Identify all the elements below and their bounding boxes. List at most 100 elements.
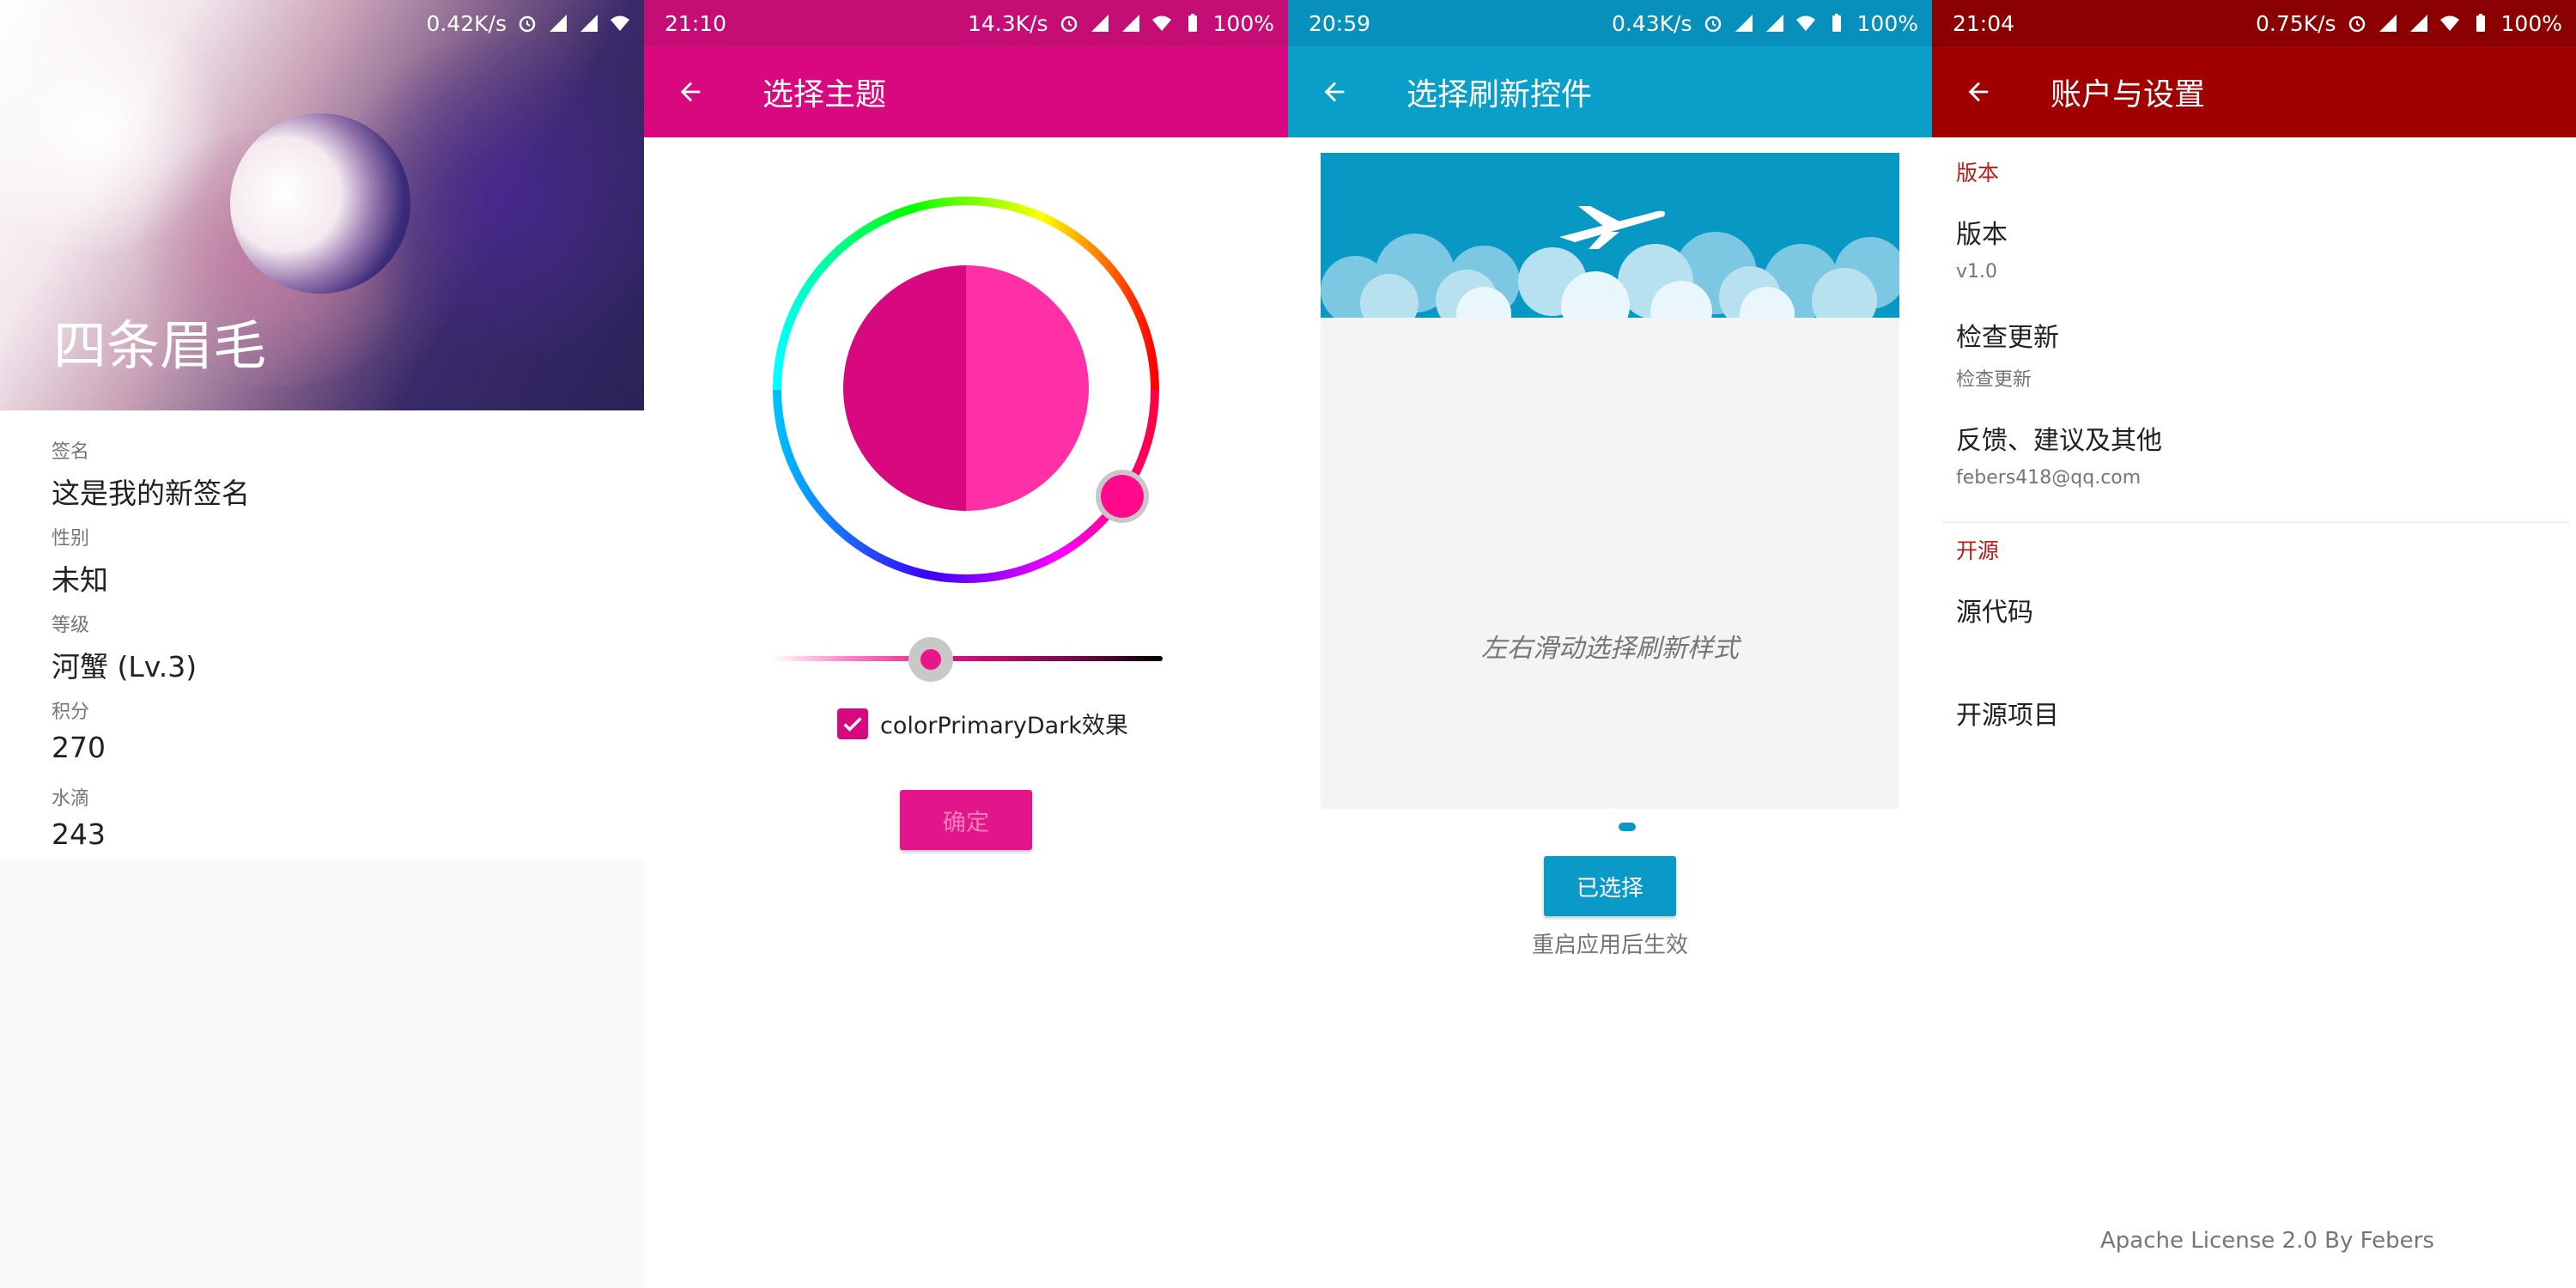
pref-open-source-projects[interactable]: 开源项目 — [1956, 694, 2059, 732]
sky-illustration — [1321, 153, 1899, 318]
signal-icon — [1735, 15, 1753, 32]
page-title: 选择刷新控件 — [1406, 77, 1593, 112]
pref-summary: febers418@qq.com — [1956, 467, 2142, 489]
profile-info-card: 签名 这是我的新签名 性别 未知 等级 河蟹 (Lv.3) 积分 270 水滴 … — [0, 410, 644, 859]
info-drops[interactable]: 水滴 243 — [52, 783, 106, 851]
pref-title: 开源项目 — [1956, 701, 2059, 731]
battery-icon — [1832, 14, 1841, 32]
info-value: 未知 — [52, 563, 108, 597]
status-battery: 100% — [2500, 10, 2562, 36]
info-value: 243 — [52, 817, 106, 851]
status-battery: 100% — [1856, 10, 1918, 36]
battery-icon — [1188, 14, 1197, 32]
primary-preview — [966, 265, 1089, 511]
app-bar: 账户与设置 — [1932, 46, 2576, 137]
status-bar: 0.42K/s — [0, 0, 644, 46]
status-bar: 21:10 14.3K/s 100% — [644, 0, 1288, 46]
restart-note: 重启应用后生效 — [1531, 933, 1688, 958]
back-button[interactable] — [1310, 68, 1358, 116]
signal-icon — [580, 15, 598, 32]
refresh-screen: 20:59 0.43K/s 100% 选择刷新控件 左右滑动选择刷新样式 已选择… — [1288, 0, 1932, 1288]
color-wheel[interactable] — [767, 191, 1165, 589]
battery-icon — [2476, 14, 2485, 32]
info-points[interactable]: 积分 270 — [52, 696, 106, 764]
confirm-button[interactable]: 确定 — [900, 790, 1032, 850]
status-time: 21:04 — [1953, 10, 2015, 36]
info-label: 水滴 — [52, 788, 90, 810]
alarm-icon — [1704, 15, 1721, 33]
signal-icon — [2379, 15, 2397, 32]
app-bar: 选择刷新控件 — [1288, 46, 1932, 137]
check-icon — [843, 716, 862, 732]
pref-summary: 检查更新 — [1956, 369, 2032, 391]
pref-title: 反馈、建议及其他 — [1956, 426, 2162, 456]
status-net-speed: 0.75K/s — [2256, 10, 2336, 36]
status-time: 20:59 — [1309, 10, 1371, 36]
primary-dark-label: colorPrimaryDark效果 — [880, 713, 1128, 739]
info-level[interactable]: 等级 河蟹 (Lv.3) — [52, 610, 197, 685]
status-bar: 21:04 0.75K/s 100% — [1932, 0, 2576, 46]
page-indicator — [1619, 823, 1636, 831]
info-label: 等级 — [52, 615, 90, 636]
info-label: 签名 — [52, 441, 90, 463]
primary-dark-preview — [843, 265, 966, 511]
pref-feedback[interactable]: 反馈、建议及其他 febers418@qq.com — [1956, 419, 2162, 489]
alarm-icon — [2348, 15, 2365, 33]
status-bar: 20:59 0.43K/s 100% — [1288, 0, 1932, 46]
selected-button[interactable]: 已选择 — [1544, 856, 1676, 916]
info-value: 270 — [52, 731, 106, 764]
settings-screen: 21:04 0.75K/s 100% 账户与设置 版本 版本 v1.0 检查更新 — [1932, 0, 2576, 1288]
status-net-speed: 0.43K/s — [1612, 10, 1692, 36]
alarm-icon — [519, 15, 536, 33]
wifi-icon — [2439, 15, 2459, 31]
info-value: 河蟹 (Lv.3) — [52, 650, 197, 683]
app-bar: 选择主题 — [644, 46, 1288, 137]
primary-dark-checkbox[interactable] — [837, 708, 868, 739]
signal-icon — [2409, 15, 2427, 32]
pref-title: 源代码 — [1956, 598, 2033, 628]
back-button[interactable] — [1954, 68, 2002, 116]
page-title: 选择主题 — [762, 77, 887, 112]
section-header-version: 版本 — [1956, 161, 2000, 185]
theme-screen: 21:10 14.3K/s 100% 选择主题 colorPrimaryDark… — [644, 0, 1288, 1288]
license-footer: Apache License 2.0 By Febers — [2100, 1228, 2434, 1254]
info-value: 这是我的新签名 — [52, 477, 250, 510]
refresh-style-preview[interactable]: 左右滑动选择刷新样式 — [1321, 153, 1899, 809]
wifi-icon — [611, 15, 629, 31]
pref-summary: v1.0 — [1956, 261, 1998, 283]
brightness-slider-thumb-center — [920, 649, 941, 670]
signal-icon — [1765, 15, 1783, 32]
avatar[interactable] — [230, 113, 410, 294]
status-net-speed: 14.3K/s — [968, 10, 1048, 36]
back-arrow-icon — [1968, 82, 1989, 102]
info-label: 积分 — [52, 702, 90, 723]
primary-dark-option[interactable]: colorPrimaryDark效果 — [837, 707, 1128, 740]
status-battery: 100% — [1212, 10, 1274, 36]
pref-title: 检查更新 — [1956, 323, 2059, 353]
profile-screen: 0.42K/s 四条眉毛 签名 这是我的新签名 性别 未知 等级 河蟹 (Lv.… — [0, 0, 644, 1288]
signal-icon — [1121, 15, 1139, 32]
signal-icon — [1091, 15, 1109, 32]
pref-source-code[interactable]: 源代码 — [1956, 591, 2033, 629]
alarm-icon — [1060, 15, 1077, 33]
swipe-hint: 左右滑动选择刷新样式 — [1481, 634, 1739, 664]
wifi-icon — [1151, 15, 1171, 31]
back-button[interactable] — [666, 68, 714, 116]
wifi-icon — [1795, 15, 1815, 31]
page-title: 账户与设置 — [2050, 77, 2206, 112]
back-arrow-icon — [1324, 82, 1345, 102]
info-gender[interactable]: 性别 未知 — [52, 523, 108, 598]
section-header-open-source: 开源 — [1956, 538, 2000, 563]
status-time: 21:10 — [665, 10, 727, 36]
section-divider — [1942, 521, 2569, 523]
nickname: 四条眉毛 — [53, 314, 267, 377]
pref-version[interactable]: 版本 v1.0 — [1956, 213, 2008, 283]
brightness-slider-track[interactable] — [771, 656, 1163, 661]
pref-check-update[interactable]: 检查更新 检查更新 — [1956, 316, 2059, 392]
pref-title: 版本 — [1956, 220, 2008, 250]
info-label: 性别 — [52, 528, 90, 550]
hue-handle[interactable] — [1101, 475, 1144, 518]
info-signature[interactable]: 签名 这是我的新签名 — [52, 436, 250, 512]
back-arrow-icon — [680, 82, 701, 102]
signal-icon — [550, 15, 567, 32]
